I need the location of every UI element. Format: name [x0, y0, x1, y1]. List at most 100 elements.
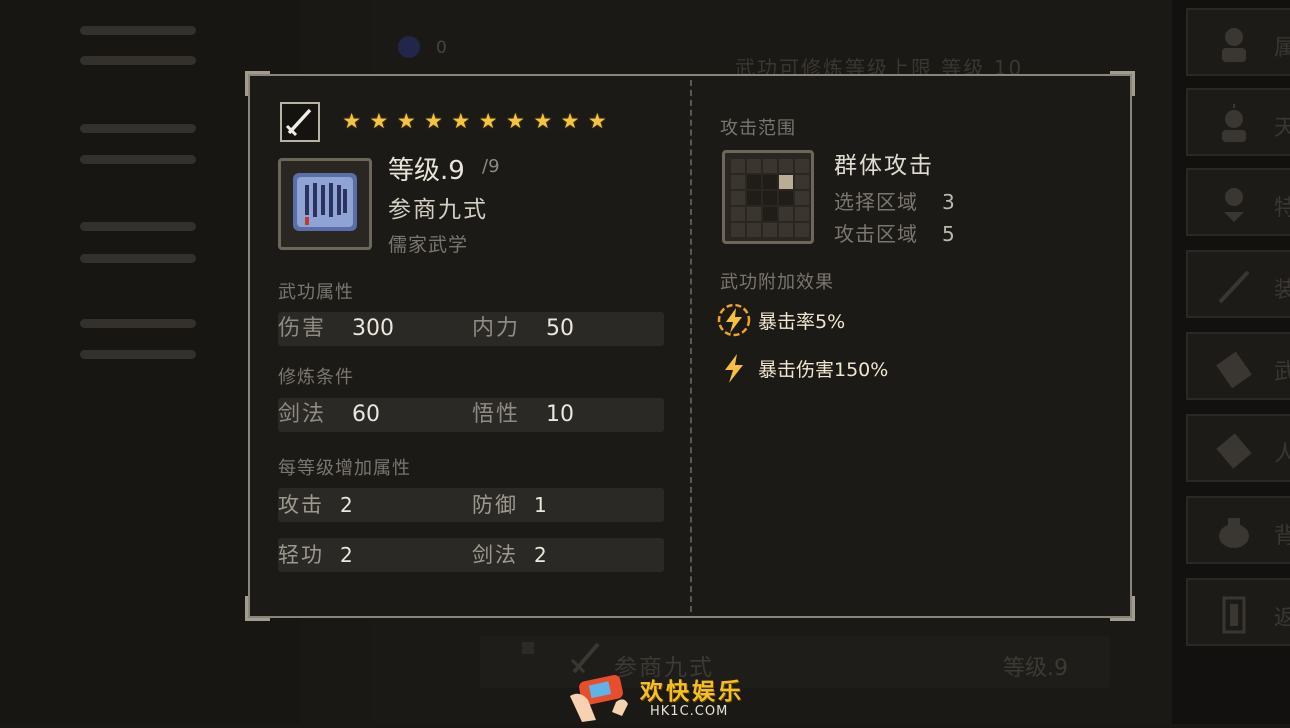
skill-level-max: /9	[482, 156, 500, 177]
range-grid-cell	[731, 191, 745, 205]
attributes-row: 伤害 300 内力 50	[278, 312, 664, 346]
menu-line[interactable]	[80, 254, 196, 263]
sword-icon	[285, 108, 312, 137]
bag-icon	[1219, 518, 1249, 548]
star-icon: ★	[342, 109, 362, 133]
attributes-title: 武功属性	[278, 282, 354, 303]
select-area-label: 选择区域	[834, 190, 918, 214]
tab-bag[interactable]: 背	[1186, 496, 1290, 564]
range-grid-cell	[747, 159, 761, 173]
requirements-title: 修炼条件	[278, 367, 354, 388]
stat-value: 300	[352, 316, 395, 341]
stat-value: 2	[534, 543, 547, 567]
watermark-text: 欢快娱乐	[640, 679, 744, 705]
range-grid-cell	[795, 191, 809, 205]
stat-name: 内力	[472, 316, 521, 341]
effect-label: 暴击率5%	[758, 310, 846, 333]
stat-value: 1	[534, 493, 547, 517]
attack-range-grid	[722, 150, 814, 244]
skill-level: 等级.9	[388, 156, 465, 186]
frame-corner	[245, 596, 270, 621]
frame-corner	[1110, 71, 1135, 96]
range-grid-cell	[763, 191, 777, 205]
attack-area-value: 5	[942, 222, 956, 246]
per-level-title: 每等级增加属性	[278, 458, 411, 479]
star-icon: ★	[506, 109, 525, 133]
stat-name: 攻击	[278, 493, 324, 517]
stat-name: 剑法	[472, 543, 518, 567]
skill-book-frame	[278, 158, 372, 250]
talent-icon	[1222, 104, 1246, 142]
effect-label: 暴击伤害150%	[758, 358, 889, 381]
stat-value: 2	[340, 493, 353, 517]
menu-line[interactable]	[80, 155, 196, 164]
stat-value: 60	[352, 402, 381, 427]
range-grid-cell	[731, 175, 745, 189]
range-grid-cell	[763, 175, 777, 189]
per-level-row: 轻功 2 剑法 2	[278, 538, 664, 572]
menu-line[interactable]	[80, 319, 196, 328]
stat-name: 轻功	[278, 543, 324, 567]
coin-icon	[398, 36, 420, 58]
range-grid-cell	[779, 223, 793, 237]
skill-list-level: 等级.9	[1003, 656, 1068, 681]
game-controller-hand-icon	[570, 675, 628, 722]
stat-value: 2	[340, 543, 353, 567]
tab-equipment[interactable]: 装	[1186, 250, 1290, 318]
range-grid-cell	[779, 207, 793, 221]
tab-talent[interactable]: 天	[1186, 88, 1290, 156]
range-grid-cell	[779, 159, 793, 173]
effects-title: 武功附加效果	[720, 272, 834, 293]
star-icon: ★	[587, 109, 607, 133]
effect-item: 暴击伤害150%	[716, 350, 888, 386]
range-grid-cell	[747, 191, 761, 205]
range-grid-cell	[763, 223, 777, 237]
tab-martial-arts[interactable]: 武	[1186, 332, 1290, 400]
range-grid-cell	[731, 207, 745, 221]
scroll-icon	[1216, 433, 1252, 469]
effect-item: 暴击率5%	[716, 302, 845, 338]
range-grid-cell	[747, 223, 761, 237]
menu-line[interactable]	[80, 222, 196, 231]
lightning-icon	[725, 354, 743, 383]
coin-value: 0	[436, 38, 447, 58]
stat-name: 伤害	[278, 316, 327, 341]
weapon-type-badge	[280, 102, 320, 142]
skill-book-icon	[293, 173, 357, 231]
tab-attributes[interactable]: 属	[1186, 8, 1290, 76]
range-grid-cells	[731, 159, 809, 237]
stat-value: 50	[546, 316, 575, 341]
watermark-url: HK1C.COM	[650, 704, 729, 719]
skill-name: 参商九式	[388, 197, 488, 223]
range-grid-cell	[731, 223, 745, 237]
range-type: 群体攻击	[834, 153, 934, 179]
requirements-row: 剑法 60 悟性 10	[278, 398, 664, 432]
range-grid-cell	[795, 207, 809, 221]
tab-return[interactable]: 返	[1186, 578, 1290, 646]
menu-line[interactable]	[80, 26, 196, 35]
star-icon: ★	[396, 109, 416, 133]
menu-line[interactable]	[80, 124, 196, 133]
range-grid-cell	[747, 207, 761, 221]
trait-icon	[1224, 188, 1244, 222]
range-grid-cell	[779, 175, 793, 189]
door-icon	[1222, 596, 1246, 634]
star-icon: ★	[451, 109, 471, 133]
tab-people[interactable]: 人	[1186, 414, 1290, 482]
range-grid-cell	[795, 175, 809, 189]
per-level-row: 攻击 2 防御 1	[278, 488, 664, 522]
menu-line[interactable]	[80, 56, 196, 65]
skill-detail-popup[interactable]: ★ ★ ★ ★ ★ ★ ★ ★ ★ ★ 等级.9 /9 参商九式 儒家武学 武功属性 伤害 300 …	[245, 71, 1135, 621]
stat-value: 10	[546, 402, 575, 427]
attack-area-row: 攻击区域 5	[834, 218, 956, 247]
stat-name: 防御	[472, 493, 518, 517]
select-area-row: 选择区域 3	[834, 186, 956, 215]
sword-icon	[1218, 270, 1250, 304]
menu-line[interactable]	[80, 350, 196, 359]
range-grid-cell	[747, 175, 761, 189]
star-rating: ★ ★ ★ ★ ★ ★ ★ ★ ★ ★	[340, 106, 609, 136]
tab-trait[interactable]: 特	[1186, 168, 1290, 236]
star-icon: ★	[369, 109, 389, 133]
stat-name: 悟性	[472, 402, 521, 427]
range-grid-cell	[795, 159, 809, 173]
